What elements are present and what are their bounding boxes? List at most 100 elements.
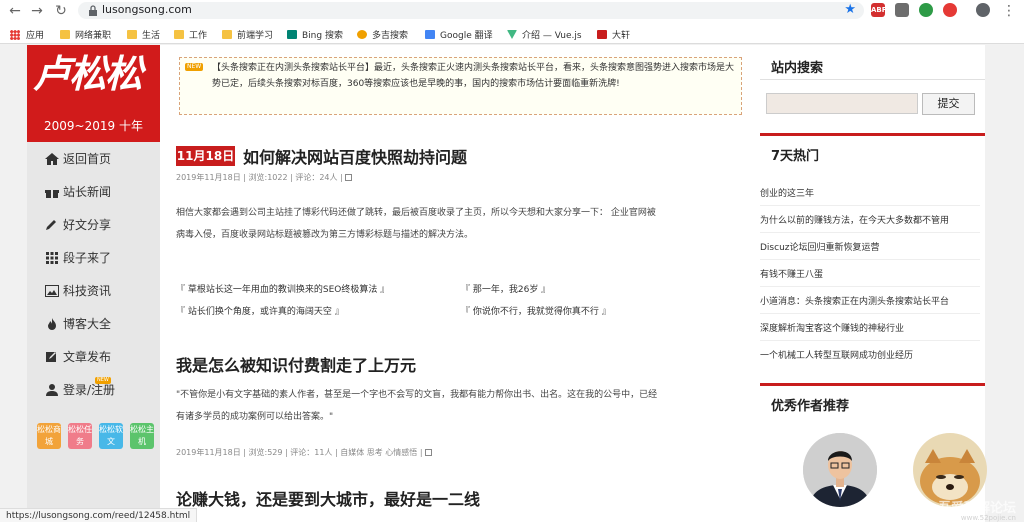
adblock-icon[interactable]: ABP xyxy=(871,3,887,17)
right-sidebar: 站内搜索 提交 7天热门 创业的这三年 为什么以前的赚钱方法，在今天大多数都不管… xyxy=(760,45,987,522)
home-icon xyxy=(45,152,59,165)
hot-item[interactable]: 创业的这三年 xyxy=(760,186,814,199)
divider xyxy=(760,259,980,260)
divider xyxy=(760,313,980,314)
location-icon[interactable] xyxy=(943,3,957,17)
tag-softarticle[interactable]: 松松软文 xyxy=(99,423,123,449)
status-bar-url: https://lusongsong.com/reed/12458.html xyxy=(0,508,198,522)
edit-icon xyxy=(46,351,56,362)
translate-icon xyxy=(425,30,435,39)
extension-icon[interactable] xyxy=(895,3,909,17)
related-link[interactable]: 『 那一年，我26岁 』 xyxy=(461,282,550,295)
watermark-subtext: www.52pojie.cn xyxy=(960,514,1016,522)
hot-item[interactable]: 小道消息：头条搜索正在内测头条搜索站长平台 xyxy=(760,294,949,307)
nav-home[interactable]: 返回首页 xyxy=(27,142,160,175)
new-badge: NEW xyxy=(185,63,204,71)
forward-icon[interactable]: → xyxy=(28,2,46,20)
site-container: 卢松松 2009~2019 十年 返回首页 站长新闻 好文分享 段子来了 科技资… xyxy=(27,45,987,522)
folder-icon xyxy=(222,30,232,39)
nav-tech-news[interactable]: 科技资讯 xyxy=(27,274,160,307)
author-photo xyxy=(803,433,877,507)
fire-icon xyxy=(48,317,56,330)
hot-item[interactable]: 一个机械工人转型互联网成功创业经历 xyxy=(760,348,913,361)
daxuan-icon xyxy=(597,30,607,39)
related-link[interactable]: 『 草根站长这一年用血的教训换来的SEO终极算法 』 xyxy=(176,282,389,295)
post-meta: 2019年11月18日 | 浏览:1022 | 评论：24人 | xyxy=(176,172,353,183)
qrcode-icon[interactable] xyxy=(345,174,353,181)
folder-icon xyxy=(127,30,137,39)
back-icon[interactable]: ← xyxy=(6,2,24,20)
profile-icon[interactable] xyxy=(976,3,990,17)
bookmark-vue[interactable]: 介绍 — Vue.js xyxy=(507,28,582,41)
post-title[interactable]: 论赚大钱，还是要到大城市，最好是一二线 xyxy=(176,486,480,510)
bookmark-apps[interactable]: 应用 xyxy=(10,28,44,41)
nav-login-register[interactable]: 登录/注册 NEW xyxy=(27,373,160,406)
logo-text: 卢松松 xyxy=(33,51,143,96)
post-meta: 2019年11月18日 | 浏览:529 | 评论：11人 | 自媒体 思考 心… xyxy=(176,447,433,458)
search-submit-button[interactable]: 提交 xyxy=(922,93,975,115)
notice-banner[interactable]: NEW 【头条搜索正在内测头条搜索站长平台】最近，头条搜索正火速内测头条搜索站长… xyxy=(179,57,742,115)
bookmark-folder[interactable]: 前端学习 xyxy=(222,28,273,41)
hot-item[interactable]: 有钱不赚王八蛋 xyxy=(760,267,823,280)
bookmark-daxuan[interactable]: 大轩 xyxy=(597,28,630,41)
post-title[interactable]: 我是怎么被知识付费割走了上万元 xyxy=(176,352,416,376)
logo-years: 2009~2019 十年 xyxy=(44,119,143,133)
evernote-icon[interactable] xyxy=(919,3,933,17)
post-excerpt: "不管你是小有文字基础的素人作者，甚至是一个字也不会写的文盲，我都有能力帮你出书… xyxy=(176,390,658,422)
author-avatar[interactable] xyxy=(913,433,987,507)
new-badge: NEW xyxy=(95,377,111,384)
nav-blog-directory[interactable]: 博客大全 xyxy=(27,307,160,340)
bookmark-bing[interactable]: Bing 搜索 xyxy=(287,28,343,41)
lock-icon xyxy=(89,5,97,16)
divider xyxy=(760,205,980,206)
reload-icon[interactable]: ↻ xyxy=(52,2,70,20)
search-widget-title: 站内搜索 xyxy=(771,61,824,76)
author-photo xyxy=(913,433,987,507)
divider xyxy=(760,232,980,233)
apps-grid-icon xyxy=(10,29,20,40)
user-icon xyxy=(46,383,58,396)
related-link[interactable]: 『 站长们换个角度，或许真的海阔天空 』 xyxy=(176,304,344,317)
hot-item[interactable]: 为什么以前的赚钱方法，在今天大多数都不管用 xyxy=(760,213,949,226)
tag-tasks[interactable]: 松松任务 xyxy=(68,423,92,449)
bookmark-folder[interactable]: 生活 xyxy=(127,28,160,41)
vue-icon xyxy=(507,30,517,39)
hot-widget-title: 7天热门 xyxy=(771,149,820,164)
side-nav: 返回首页 站长新闻 好文分享 段子来了 科技资讯 博客大全 文章发布 登录/注册… xyxy=(27,142,160,522)
bing-icon xyxy=(287,30,297,39)
bookmark-star-icon[interactable]: ★ xyxy=(844,2,856,17)
related-link[interactable]: 『 你说你不行，我就觉得你真不行 』 xyxy=(461,304,611,317)
search-input[interactable] xyxy=(766,93,918,114)
authors-widget-title: 优秀作者推荐 xyxy=(771,399,850,414)
image-icon xyxy=(45,284,59,297)
nav-webmaster-news[interactable]: 站长新闻 xyxy=(27,175,160,208)
divider xyxy=(760,340,980,341)
menu-icon[interactable]: ⋮ xyxy=(1000,2,1018,20)
bookmark-dogedoge[interactable]: 多吉搜索 xyxy=(357,28,408,41)
hot-item[interactable]: Discuz论坛回归重新恢复运营 xyxy=(760,240,880,253)
nav-publish-article[interactable]: 文章发布 xyxy=(27,340,160,373)
widget-accent-line xyxy=(760,383,985,386)
divider xyxy=(760,79,985,80)
notice-text: 【头条搜索正在内测头条搜索站长平台】最近，头条搜索正火速内测头条搜索站长平台，看… xyxy=(212,63,735,89)
grid-icon xyxy=(46,251,58,264)
folder-icon xyxy=(174,30,184,39)
nav-good-articles[interactable]: 好文分享 xyxy=(27,208,160,241)
address-bar[interactable]: lusongsong.com ★ xyxy=(78,2,864,19)
bookmark-folder[interactable]: 工作 xyxy=(174,28,207,41)
bookmark-google-translate[interactable]: Google 翻译 xyxy=(425,28,493,41)
browser-chrome: ← → ↻ lusongsong.com ★ ABP ⋮ 应用 网络兼职 生活 … xyxy=(0,0,1024,44)
qrcode-icon[interactable] xyxy=(425,449,433,456)
bookmark-folder[interactable]: 网络兼职 xyxy=(60,28,111,41)
post-title[interactable]: 如何解决网站百度快照劫持问题 xyxy=(243,144,467,168)
tag-group: 松松商城 松松任务 松松软文 松松主机 xyxy=(37,423,161,449)
site-logo[interactable]: 卢松松 2009~2019 十年 xyxy=(27,45,160,142)
hot-item[interactable]: 深度解析淘宝客这个赚钱的神秘行业 xyxy=(760,321,904,334)
pencil-icon xyxy=(46,219,56,230)
folder-icon xyxy=(60,30,70,39)
divider xyxy=(760,286,980,287)
tag-mall[interactable]: 松松商城 xyxy=(37,423,61,449)
tag-hosting[interactable]: 松松主机 xyxy=(130,423,154,449)
nav-jokes[interactable]: 段子来了 xyxy=(27,241,160,274)
author-avatar[interactable] xyxy=(803,433,877,507)
